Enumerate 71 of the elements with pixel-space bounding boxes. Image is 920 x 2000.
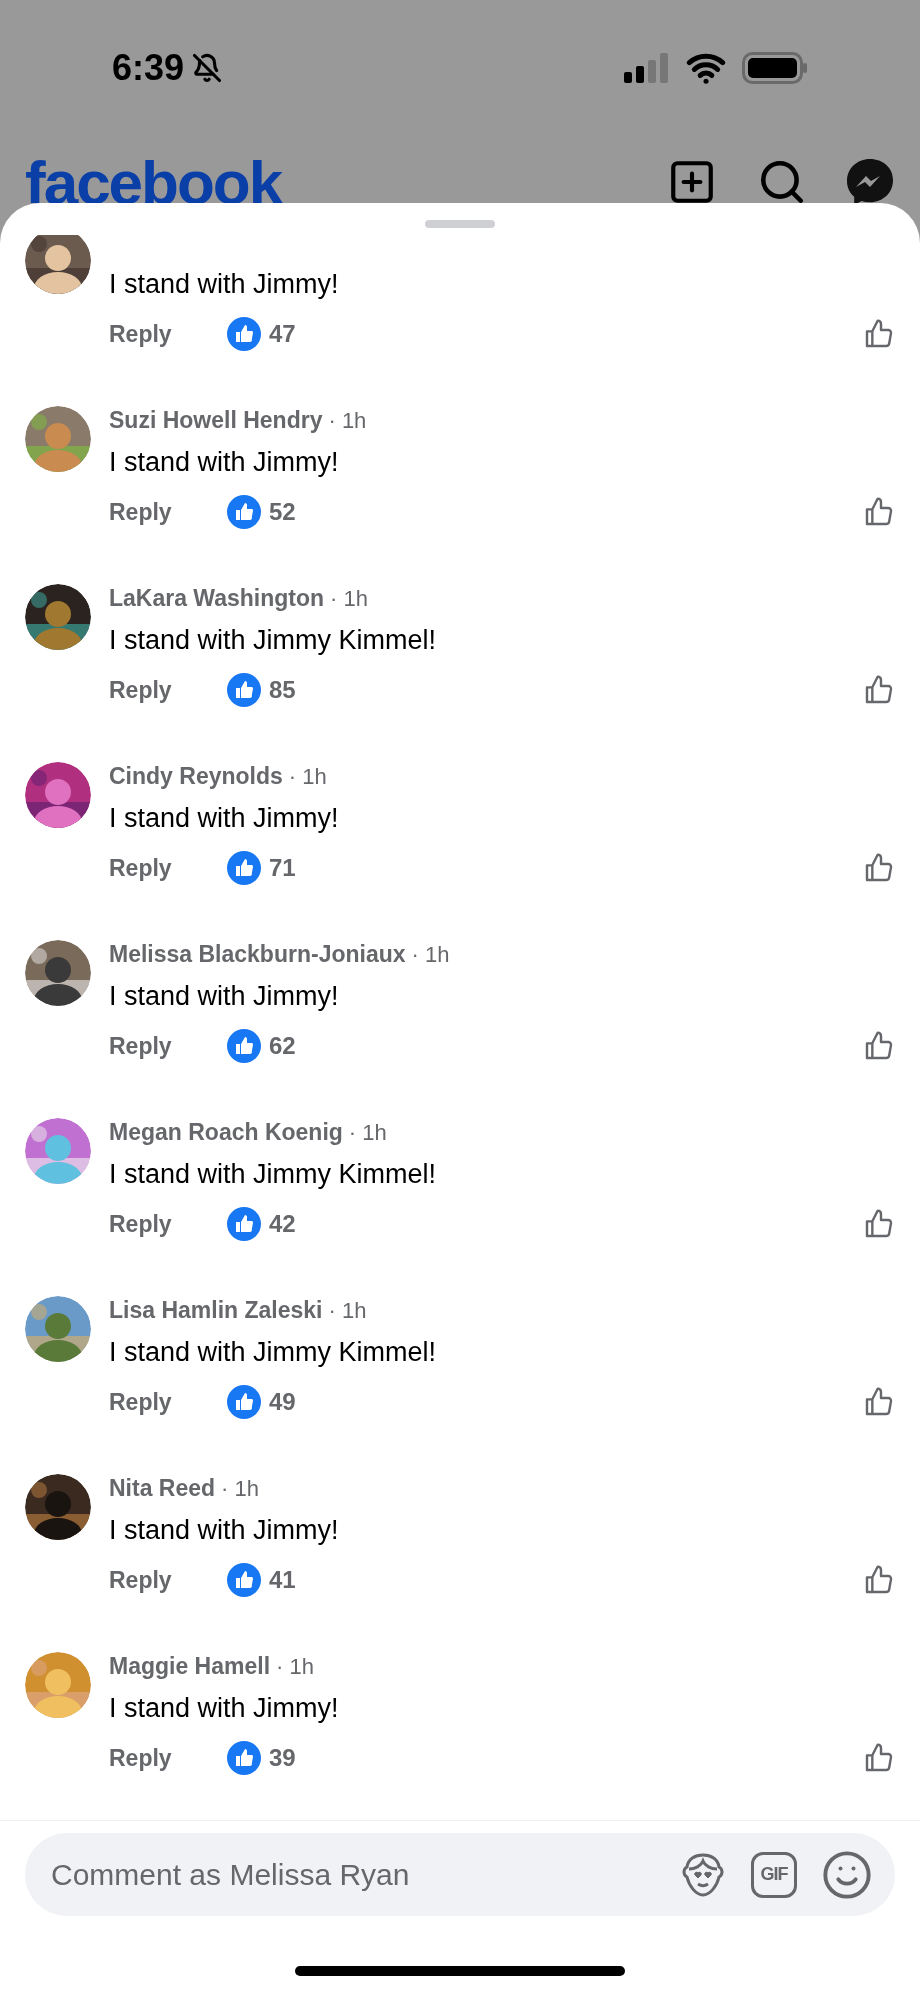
comment-time: · 1h: [276, 1652, 314, 1681]
reply-link[interactable]: Reply: [109, 1562, 227, 1598]
reply-link[interactable]: Reply: [109, 316, 227, 352]
reply-link[interactable]: Reply: [109, 672, 227, 708]
like-count: 42: [269, 1209, 296, 1239]
comment-field[interactable]: Comment as Melissa Ryan GIF: [25, 1833, 895, 1916]
like-icon[interactable]: [863, 1564, 895, 1596]
reply-link[interactable]: Reply: [109, 1028, 227, 1064]
like-reaction-icon: [227, 317, 261, 351]
comment-time: · 1h: [330, 584, 369, 613]
comment-text: I stand with Jimmy!: [109, 1692, 340, 1725]
comment-text: I stand with Jimmy!: [109, 980, 340, 1013]
like-icon[interactable]: [863, 674, 895, 706]
comment-time: · 1h: [348, 1118, 387, 1147]
like-reaction-icon: [227, 1385, 261, 1419]
like-icon[interactable]: [863, 318, 895, 350]
status-time: 6:39: [112, 46, 185, 90]
like-reaction-icon: [227, 1563, 261, 1597]
comment-text: I stand with Jimmy!: [109, 802, 340, 835]
comment-time: · 1h: [328, 1296, 367, 1325]
gif-button[interactable]: GIF: [751, 1851, 797, 1898]
like-reaction-icon: [227, 1741, 261, 1775]
bell-off-icon: [192, 53, 223, 83]
like-count: 41: [269, 1565, 296, 1595]
comment-placeholder: Comment as Melissa Ryan: [51, 1857, 411, 1893]
like-reaction-icon: [227, 851, 261, 885]
like-count: 49: [269, 1387, 296, 1417]
comment-text: I stand with Jimmy Kimmel!: [109, 1336, 438, 1369]
battery-icon: [742, 52, 808, 84]
like-count: 71: [269, 853, 296, 883]
comment-author[interactable]: Nita Reed: [109, 1470, 216, 1506]
comment-time: · 1h: [411, 940, 450, 969]
reply-link[interactable]: Reply: [109, 1206, 227, 1242]
comment-text: I stand with Jimmy!: [109, 1514, 340, 1547]
reply-link[interactable]: Reply: [109, 494, 227, 530]
like-reaction-icon: [227, 495, 261, 529]
comment-time: · 1h: [288, 762, 327, 791]
like-icon[interactable]: [863, 1030, 895, 1062]
like-count: 39: [269, 1743, 296, 1773]
like-reaction-icon: [227, 673, 261, 707]
drag-handle[interactable]: [425, 220, 495, 228]
comment-author[interactable]: Lisa Hamlin Zaleski: [109, 1292, 323, 1328]
like-count: 85: [269, 675, 296, 705]
comment-text: I stand with Jimmy Kimmel!: [109, 1158, 438, 1191]
like-icon[interactable]: [863, 852, 895, 884]
reply-link[interactable]: Reply: [109, 850, 227, 886]
like-reaction-icon: [227, 1029, 261, 1063]
reply-link[interactable]: Reply: [109, 1740, 227, 1776]
like-count: 47: [269, 319, 296, 349]
messenger-icon[interactable]: [845, 157, 895, 203]
emoji-icon[interactable]: [821, 1848, 873, 1901]
reply-link[interactable]: Reply: [109, 1384, 227, 1420]
comment-text: I stand with Jimmy Kimmel!: [109, 624, 438, 657]
comment-time: · 1h: [221, 1474, 259, 1503]
comment-author[interactable]: LaKara Washington: [109, 580, 325, 616]
comment-author[interactable]: Melissa Blackburn-Joniaux: [109, 936, 406, 972]
like-reaction-icon: [227, 1207, 261, 1241]
like-icon[interactable]: [863, 1208, 895, 1240]
like-icon[interactable]: [863, 1742, 895, 1774]
like-count: 62: [269, 1031, 296, 1061]
comment-author[interactable]: Megan Roach Koenig: [109, 1114, 343, 1150]
like-icon[interactable]: [863, 496, 895, 528]
comment-author[interactable]: Suzi Howell Hendry: [109, 402, 323, 438]
comment-author[interactable]: Cindy Reynolds: [109, 758, 283, 794]
like-icon[interactable]: [863, 1386, 895, 1418]
comment-time: · 1h: [328, 406, 367, 435]
comment-text: I stand with Jimmy!: [109, 268, 340, 301]
signal-icon: [624, 53, 670, 83]
like-count: 52: [269, 497, 296, 527]
comment-text: I stand with Jimmy!: [109, 446, 340, 479]
comment-author[interactable]: Maggie Hamell: [109, 1648, 271, 1684]
